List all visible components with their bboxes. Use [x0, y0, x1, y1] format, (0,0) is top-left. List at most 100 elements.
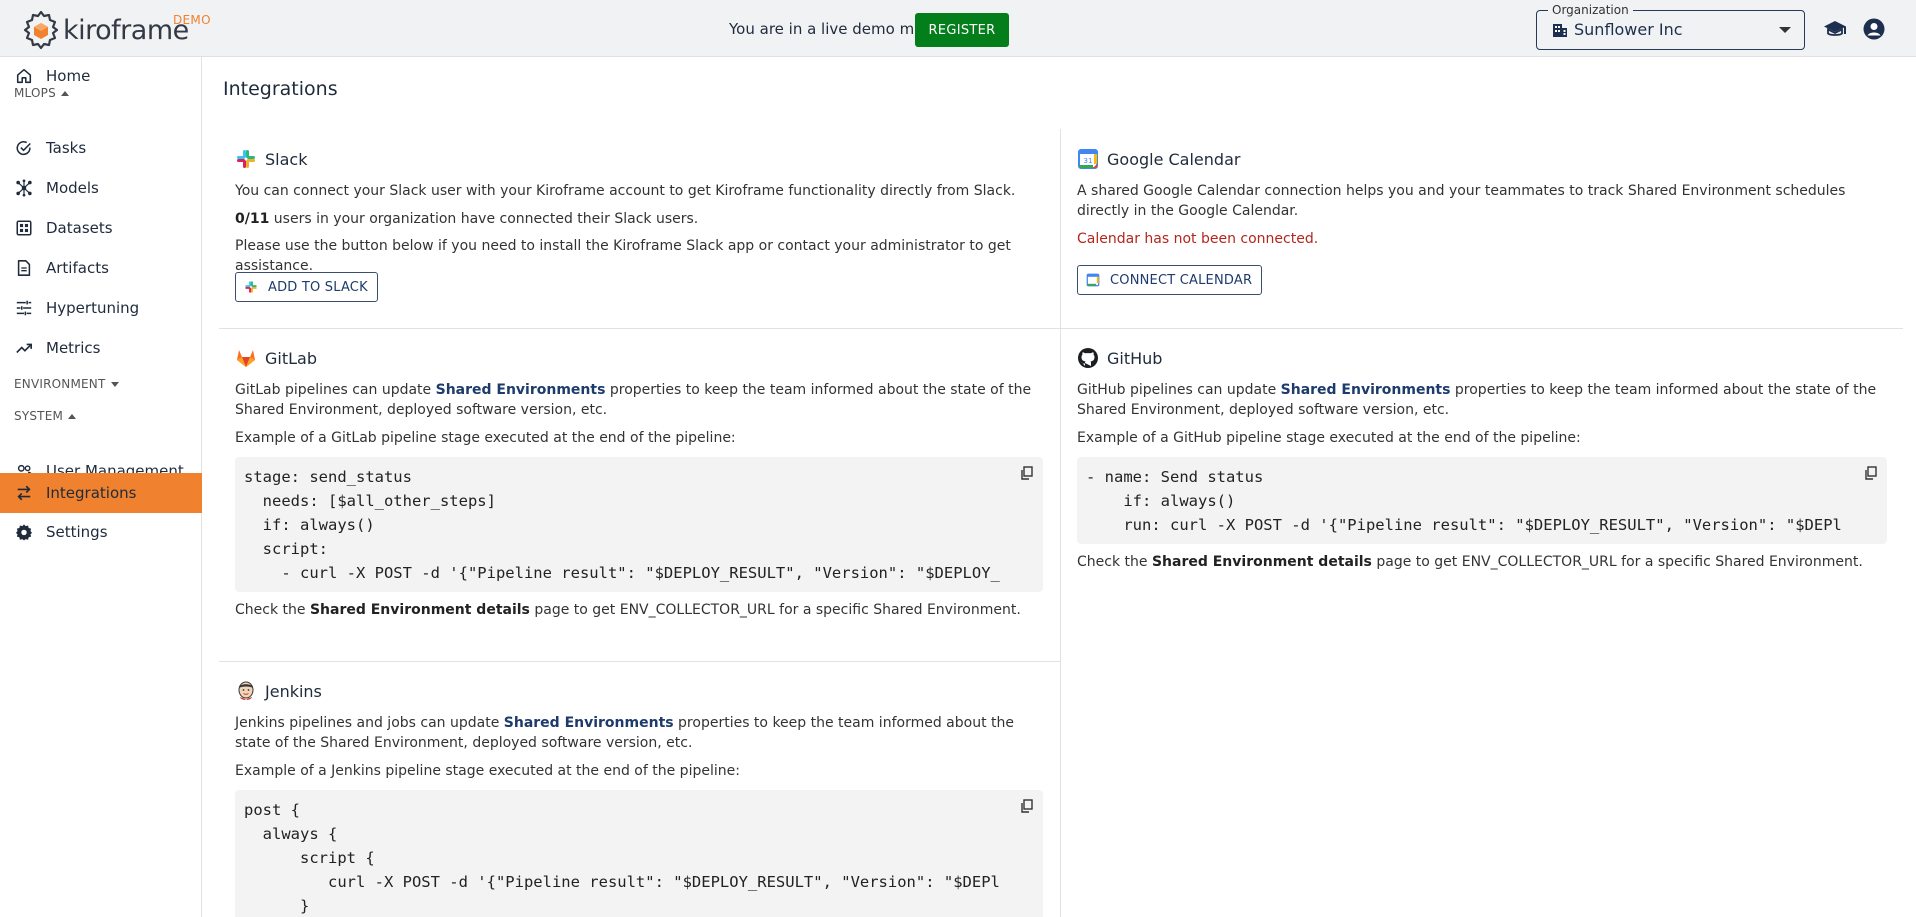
sidebar-item-label: Home: [46, 67, 91, 85]
desc-text: GitLab pipelines can update: [235, 382, 436, 398]
footer-text: Check the: [1077, 554, 1152, 570]
slack-description: You can connect your Slack user with you…: [235, 183, 1016, 199]
card-title-text: Google Calendar: [1107, 149, 1241, 169]
copy-icon[interactable]: [1019, 798, 1035, 814]
caret-down-icon: [110, 381, 119, 387]
section-label: ENVIRONMENT: [14, 377, 106, 391]
caret-up-icon: [68, 413, 77, 419]
section-system[interactable]: SYSTEM: [14, 409, 77, 423]
sidebar-item-models[interactable]: Models: [0, 169, 202, 207]
section-label: MLOPS: [14, 86, 56, 100]
jenkins-card-title: Jenkins: [235, 680, 322, 702]
chevron-down-icon[interactable]: [1779, 27, 1791, 33]
row-divider: [219, 661, 1060, 662]
slack-count: 0/11: [235, 211, 270, 227]
shared-environments-link[interactable]: Shared Environments: [436, 382, 606, 398]
hub-icon: [14, 178, 34, 198]
account-circle-icon[interactable]: [1862, 17, 1886, 41]
add-to-slack-button[interactable]: ADD TO SLACK: [235, 272, 378, 302]
calendar-status: Calendar has not been connected.: [1077, 231, 1319, 247]
github-description: GitHub pipelines can update Shared Envir…: [1077, 380, 1877, 420]
code-text: - name: Send status if: always() run: cu…: [1086, 468, 1842, 534]
home-icon: [14, 66, 34, 86]
google-calendar-icon: [1086, 273, 1100, 287]
sidebar-item-metrics[interactable]: Metrics: [0, 329, 202, 367]
section-label: SYSTEM: [14, 409, 64, 423]
tune-icon: [14, 298, 34, 318]
sidebar-item-hypertuning[interactable]: Hypertuning: [0, 289, 202, 327]
footer-bold: Shared Environment details: [1151, 554, 1372, 570]
card-title-text: GitHub: [1107, 348, 1163, 368]
copy-icon[interactable]: [1019, 465, 1035, 481]
desc-text: Jenkins pipelines and jobs can update: [235, 715, 504, 731]
sidebar-item-settings[interactable]: Settings: [0, 513, 202, 551]
footer-text: Check the: [235, 602, 310, 618]
github-icon: [1077, 347, 1099, 369]
dataset-icon: [14, 218, 34, 238]
building-icon: [1553, 23, 1567, 37]
trending-up-icon: [14, 338, 34, 358]
page-title: Integrations: [223, 78, 338, 100]
gitlab-footer: Check the Shared Environment details pag…: [235, 600, 1055, 620]
jenkins-description: Jenkins pipelines and jobs can update Sh…: [235, 713, 1035, 753]
github-example-label: Example of a GitHub pipeline stage execu…: [1077, 430, 1581, 446]
card-title-text: GitLab: [265, 348, 317, 368]
sidebar-item-label: Settings: [46, 523, 108, 541]
code-text: post { always { script { curl -X POST -d…: [244, 801, 1000, 915]
gitlab-code-block: stage: send_status needs: [$all_other_st…: [235, 457, 1043, 592]
github-card-title: GitHub: [1077, 347, 1162, 369]
jenkins-icon: [235, 680, 257, 702]
slack-connected-count: 0/11 users in your organization have con…: [235, 209, 1035, 229]
organization-value[interactable]: Sunflower Inc: [1552, 20, 1683, 39]
slack-help-text: Please use the button below if you need …: [235, 238, 1011, 274]
register-button[interactable]: REGISTER: [915, 13, 1009, 47]
svg-text:31: 31: [1084, 157, 1093, 165]
footer-bold: Shared Environment details: [309, 602, 530, 618]
column-divider: [1060, 129, 1061, 917]
kiroframe-logo[interactable]: kiroframe: [20, 9, 189, 51]
gitlab-card-title: GitLab: [235, 347, 317, 369]
gitlab-description: GitLab pipelines can update Shared Envir…: [235, 380, 1035, 420]
jenkins-example-label: Example of a Jenkins pipeline stage exec…: [235, 763, 740, 779]
sidebar-item-datasets[interactable]: Datasets: [0, 209, 202, 247]
github-code-block: - name: Send status if: always() run: cu…: [1077, 457, 1887, 544]
button-label: CONNECT CALENDAR: [1110, 272, 1253, 288]
sidebar-item-label: Integrations: [46, 484, 137, 502]
kiroframe-logo-icon: [23, 10, 59, 50]
caret-up-icon: [60, 90, 69, 96]
button-label: ADD TO SLACK: [268, 279, 368, 295]
code-text: stage: send_status needs: [$all_other_st…: [244, 468, 1000, 582]
logo-text: kiroframe: [63, 14, 189, 46]
section-environment[interactable]: ENVIRONMENT: [14, 377, 119, 391]
swap-arrows-icon: [14, 483, 34, 503]
sidebar-item-label: Models: [46, 179, 99, 197]
footer-text: page to get ENV_COLLECTOR_URL for a spec…: [529, 602, 1021, 618]
demo-tag: DEMO: [173, 13, 211, 27]
shared-environments-link[interactable]: Shared Environments: [1281, 382, 1451, 398]
github-footer: Check the Shared Environment details pag…: [1077, 552, 1897, 572]
connect-calendar-button[interactable]: CONNECT CALENDAR: [1077, 265, 1263, 295]
jenkins-code-block: post { always { script { curl -X POST -d…: [235, 790, 1043, 917]
card-title-text: Jenkins: [265, 681, 322, 701]
calendar-card-title: 31 Google Calendar: [1077, 148, 1240, 170]
school-icon[interactable]: [1823, 17, 1847, 41]
slack-icon: [245, 281, 257, 293]
top-bar: kiroframe DEMO You are in a live demo mo…: [0, 0, 1916, 57]
section-mlops[interactable]: MLOPS: [14, 86, 69, 100]
gear-icon: [14, 522, 34, 542]
organization-name: Sunflower Inc: [1574, 20, 1683, 39]
row-divider: [219, 328, 1903, 329]
sidebar-item-label: Tasks: [46, 139, 87, 157]
card-title-text: Slack: [265, 149, 308, 169]
sidebar-item-label: Metrics: [46, 339, 101, 357]
sidebar-item-artifacts[interactable]: Artifacts: [0, 249, 202, 287]
task-check-icon: [14, 138, 34, 158]
sidebar-item-label: Hypertuning: [46, 299, 140, 317]
slack-card-title: Slack: [235, 148, 307, 170]
organization-label: Organization: [1548, 3, 1633, 17]
sidebar-item-integrations[interactable]: Integrations: [0, 473, 202, 513]
gitlab-icon: [235, 347, 257, 369]
copy-icon[interactable]: [1863, 465, 1879, 481]
shared-environments-link[interactable]: Shared Environments: [504, 715, 674, 731]
sidebar-item-tasks[interactable]: Tasks: [0, 129, 202, 167]
